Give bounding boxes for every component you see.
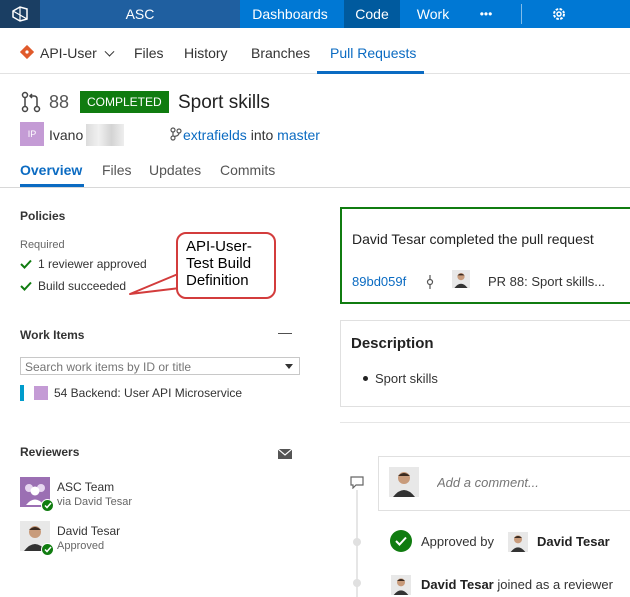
mail-icon[interactable] [277, 446, 293, 464]
work-item-54[interactable]: 54 Backend: User API Microservice [20, 385, 242, 401]
check-icon [20, 259, 32, 269]
user-avatar [452, 270, 470, 288]
work-items-title: Work Items [20, 328, 85, 342]
policies-title: Policies [20, 209, 66, 223]
reviewer-sub: Approved [57, 540, 105, 552]
work-item-color-bar [20, 385, 24, 401]
completion-card: David Tesar completed the pull request 8… [340, 207, 630, 304]
commit-icon [426, 275, 434, 294]
pr-reference: PR 88: Sport skills... [488, 274, 606, 289]
completion-message: David Tesar completed the pull request [352, 231, 594, 247]
work-item-label: 54 Backend: User API Microservice [54, 386, 243, 400]
work-item-search[interactable] [20, 357, 300, 375]
nav-dashboards[interactable]: Dashboards [244, 0, 336, 28]
comment-input[interactable] [437, 475, 627, 490]
tab-files[interactable]: Files [102, 162, 132, 178]
description-bullet: Sport skills [375, 371, 438, 386]
collapse-icon[interactable]: — [278, 324, 292, 340]
git-repo-icon [19, 44, 35, 64]
nav-code[interactable]: Code [344, 0, 400, 28]
required-label: Required [20, 239, 65, 251]
nav-work[interactable]: Work [406, 0, 460, 28]
reviewers-title: Reviewers [20, 445, 80, 459]
nav-separator [521, 4, 522, 24]
project-name[interactable]: ASC [40, 0, 240, 28]
pr-header: 88 COMPLETED Sport skills IP Ivano extra… [0, 74, 630, 188]
author-avatar: IP [20, 122, 44, 146]
timeline-dot [353, 579, 361, 587]
pull-request-icon [20, 91, 42, 118]
user-avatar [391, 574, 411, 596]
settings-gear-icon[interactable] [545, 0, 573, 28]
joined-text: joined as a reviewer [497, 577, 613, 592]
tab-overview[interactable]: Overview [20, 162, 82, 178]
pr-title: Sport skills [178, 92, 270, 113]
callout-line: Definition [186, 272, 249, 289]
policy-label: Build succeeded [38, 279, 127, 293]
joined-event: David Tesar joined as a reviewer [421, 577, 613, 592]
branch-icon [170, 127, 182, 146]
approved-check-icon [41, 499, 54, 512]
joined-name[interactable]: David Tesar [421, 577, 494, 592]
bullet-dot [363, 376, 368, 381]
description-title: Description [351, 335, 434, 352]
more-menu-icon[interactable]: ••• [470, 0, 502, 28]
chevron-down-icon [104, 46, 115, 57]
user-avatar [508, 531, 528, 553]
user-avatar [389, 467, 419, 497]
top-bar: ASC Dashboards Code Work ••• [0, 0, 630, 28]
overview-tab-underline [20, 184, 84, 187]
policy-build-succeeded[interactable]: Build succeeded [20, 279, 126, 293]
subnav-history[interactable]: History [184, 45, 228, 61]
subnav-pull-requests[interactable]: Pull Requests [330, 45, 416, 61]
source-branch-link[interactable]: extrafields [183, 127, 247, 143]
subnav-branches[interactable]: Branches [251, 45, 310, 61]
redacted-name [86, 124, 124, 146]
approved-event: Approved by [421, 534, 494, 549]
section-divider [340, 422, 630, 423]
target-branch-link[interactable]: master [277, 127, 320, 143]
work-item-type-icon [34, 386, 48, 400]
vsts-logo-icon[interactable] [0, 0, 40, 28]
branch-info: extrafields into master [183, 127, 320, 143]
approved-check-icon [390, 530, 412, 552]
into-text: into [250, 127, 274, 143]
tab-updates[interactable]: Updates [149, 162, 201, 178]
check-icon [20, 281, 32, 291]
approved-prefix: Approved by [421, 534, 494, 549]
subnav-files[interactable]: Files [134, 45, 164, 61]
pr-number: 88 [49, 92, 70, 112]
commit-link[interactable]: 89bd059f [352, 274, 406, 289]
reviewer-name[interactable]: ASC Team [57, 480, 114, 494]
approved-check-icon [41, 543, 54, 556]
reviewer-sub: via David Tesar [57, 496, 132, 508]
tab-commits[interactable]: Commits [220, 162, 275, 178]
timeline-dot [353, 538, 361, 546]
repo-name: API-User [40, 45, 97, 61]
comment-box[interactable] [378, 456, 630, 511]
code-subnav: API-User Files History Branches Pull Req… [0, 28, 630, 74]
annotation-callout: API-User- Test Build Definition [176, 232, 276, 299]
description-card: Description Sport skills [340, 320, 630, 407]
callout-line: API-User- [186, 238, 252, 255]
dropdown-caret-icon[interactable] [285, 364, 293, 369]
policy-reviewer-approved[interactable]: 1 reviewer approved [20, 257, 147, 271]
author-name[interactable]: Ivano [49, 127, 83, 143]
work-item-search-input[interactable] [21, 359, 276, 375]
reviewer-name[interactable]: David Tesar [57, 524, 120, 538]
repo-selector[interactable]: API-User [40, 45, 115, 61]
policy-label: 1 reviewer approved [38, 257, 147, 271]
callout-line: Test Build [186, 255, 252, 272]
status-badge: COMPLETED [80, 91, 169, 113]
approved-by-name[interactable]: David Tesar [537, 534, 610, 549]
